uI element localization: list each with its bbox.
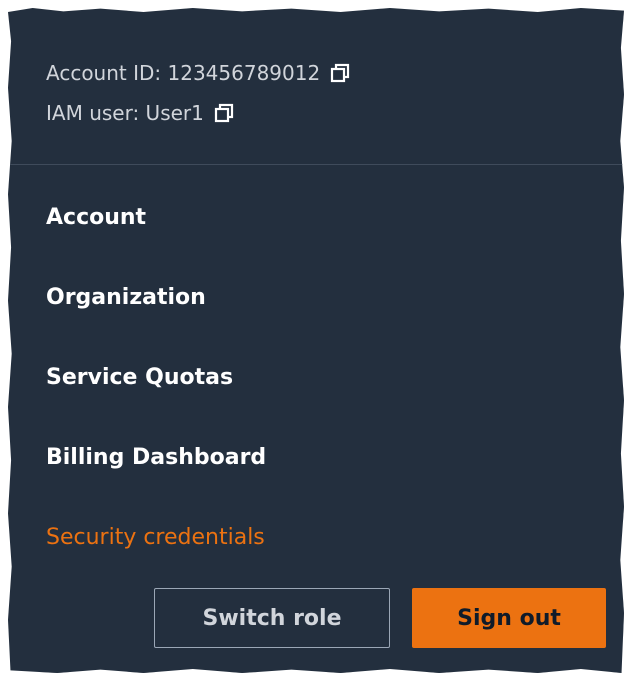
iam-user-row: IAM user: User1	[46, 100, 350, 126]
menu-item-organization[interactable]: Organization	[46, 284, 266, 312]
account-menu-panel: Account ID: 123456789012 IAM user: User1	[8, 8, 624, 673]
iam-user-label: IAM user: User1	[46, 101, 204, 125]
copy-icon[interactable]	[214, 103, 234, 123]
divider	[8, 164, 624, 165]
menu-item-service-quotas[interactable]: Service Quotas	[46, 364, 266, 392]
menu-item-security-credentials[interactable]: Security credentials	[46, 524, 266, 552]
account-id-label: Account ID: 123456789012	[46, 61, 321, 85]
copy-icon[interactable]	[330, 63, 350, 83]
account-menu: Account Organization Service Quotas Bill…	[46, 204, 266, 604]
action-buttons: Switch role Sign out	[154, 588, 606, 648]
menu-item-account[interactable]: Account	[46, 204, 266, 232]
account-id-row: Account ID: 123456789012	[46, 60, 350, 86]
screenshot-frame: Account ID: 123456789012 IAM user: User1	[0, 0, 632, 681]
switch-role-button[interactable]: Switch role	[154, 588, 390, 648]
menu-item-billing-dashboard[interactable]: Billing Dashboard	[46, 444, 266, 472]
account-info: Account ID: 123456789012 IAM user: User1	[46, 60, 350, 140]
sign-out-button[interactable]: Sign out	[412, 588, 606, 648]
